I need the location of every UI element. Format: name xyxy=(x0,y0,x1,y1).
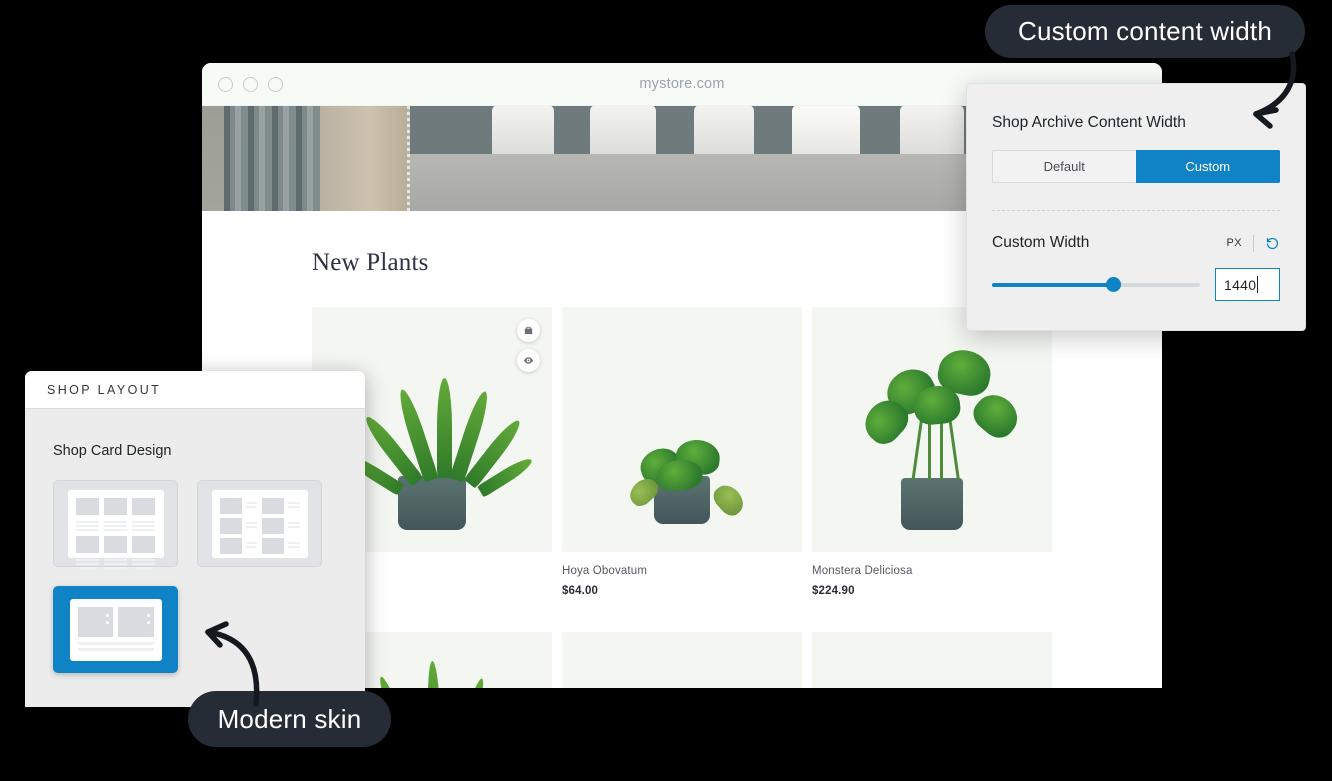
arrow-pointing-to-modern-skin-option xyxy=(205,621,260,707)
design-option-grid-classic[interactable] xyxy=(53,480,178,569)
shop-layout-header: SHOP LAYOUT xyxy=(25,371,365,409)
product-card[interactable]: Hoya Obovatum $64.00 xyxy=(562,307,802,597)
product-card[interactable] xyxy=(812,632,1052,688)
product-meta: Monstera Deliciosa $224.90 xyxy=(812,552,1052,597)
tooltip-custom-content-width: Custom content width xyxy=(985,5,1305,58)
custom-width-slider-row[interactable]: 1440 xyxy=(992,268,1280,301)
product-price: $64.00 xyxy=(562,585,599,597)
width-mode-custom-button[interactable]: Custom xyxy=(1135,150,1280,183)
width-mode-toggle-group[interactable]: Default Custom xyxy=(992,150,1280,183)
page-title: New Plants xyxy=(312,249,429,276)
product-hover-actions[interactable] xyxy=(517,319,540,372)
design-thumb-grid-classic xyxy=(67,489,164,569)
quick-view-icon[interactable] xyxy=(517,349,540,372)
design-option-modern-skin[interactable] xyxy=(53,586,178,673)
unit-reset-group[interactable]: PX xyxy=(1227,234,1280,252)
product-name[interactable]: Hoya Obovatum xyxy=(562,565,802,577)
width-slider[interactable] xyxy=(992,277,1200,292)
width-value-text: 1440 xyxy=(1224,276,1257,293)
width-slider-thumb[interactable] xyxy=(1105,277,1121,292)
screenshot-canvas: mystore.com New Plants Hoya Obovatum $64… xyxy=(0,0,1332,781)
design-thumb-list-compact xyxy=(211,489,308,558)
design-thumb-modern-skin xyxy=(69,598,162,661)
product-card[interactable]: Monstera Deliciosa $224.90 xyxy=(812,307,1052,597)
product-card[interactable] xyxy=(562,632,802,688)
width-value-input[interactable]: 1440 xyxy=(1215,268,1280,301)
product-image[interactable] xyxy=(812,632,1052,688)
reset-icon[interactable] xyxy=(1265,236,1280,251)
product-grid: Japanese Hoya Obovatum xyxy=(312,307,1052,688)
shop-card-design-label: Shop Card Design xyxy=(53,443,172,459)
divider xyxy=(1253,234,1254,252)
add-to-cart-icon[interactable] xyxy=(517,319,540,342)
divider xyxy=(992,210,1280,211)
custom-width-row: Custom Width PX xyxy=(992,234,1280,252)
product-image[interactable] xyxy=(562,632,802,688)
text-caret xyxy=(1257,276,1259,293)
product-meta: Hoya Obovatum $64.00 xyxy=(562,552,802,597)
product-image[interactable] xyxy=(812,307,1052,552)
panel-title: SHOP LAYOUT xyxy=(47,382,162,397)
custom-width-label: Custom Width xyxy=(992,234,1090,251)
arrow-pointing-to-content-width-panel xyxy=(1253,51,1297,129)
width-slider-fill xyxy=(992,282,1113,287)
product-image[interactable] xyxy=(562,307,802,552)
design-option-list-compact[interactable] xyxy=(197,480,322,567)
unit-label[interactable]: PX xyxy=(1227,237,1242,249)
width-mode-default-button[interactable]: Default xyxy=(992,150,1136,183)
product-name[interactable]: Monstera Deliciosa xyxy=(812,565,1052,577)
product-price: $224.90 xyxy=(812,585,855,597)
